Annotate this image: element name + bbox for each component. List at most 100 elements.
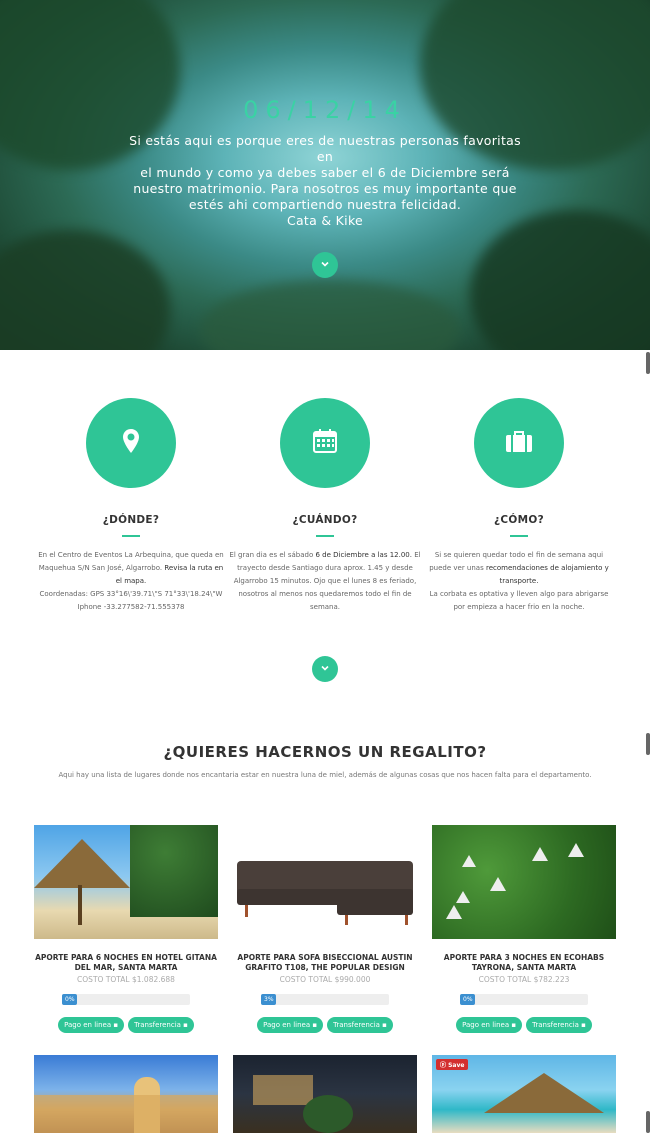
progress-bar: 3% — [261, 994, 389, 1005]
gift-cost: COSTO TOTAL $1.082.688 — [77, 975, 175, 984]
feature-text-part: Coordenadas: GPS 33°16\'39.71\"S 71°33\'… — [39, 590, 223, 611]
gift-icon: ▪ — [382, 1021, 387, 1029]
feature-text: Si se quieren quedar todo el fin de sema… — [419, 549, 619, 614]
chevron-down-icon — [320, 259, 330, 272]
colonial-city-image[interactable] — [34, 1055, 218, 1133]
hero-message-line: nuestro matrimonio. Para nosotros es muy… — [133, 181, 517, 196]
transfer-button[interactable]: Transferencia ▪ — [128, 1017, 194, 1033]
gift-icon: ▪ — [113, 1021, 119, 1029]
calendar-icon — [310, 426, 340, 460]
hut-roof — [456, 891, 470, 903]
pin-icon: ⓟ — [440, 1062, 447, 1069]
progress-fill: 3% — [261, 994, 277, 1005]
button-label: Pago en linea — [263, 1021, 311, 1029]
button-label: Pago en linea — [462, 1021, 510, 1029]
gift-name: APORTE PARA 3 NOCHES EN ECOHABS TAYRONA,… — [443, 953, 605, 972]
suitcase-icon — [503, 426, 535, 460]
feature-text: El gran dia es el sábado 6 de Diciembre … — [225, 549, 425, 614]
info-section: ¿DÓNDE? En el Centro de Eventos La Arbeq… — [0, 350, 650, 700]
foliage-shape — [0, 230, 170, 350]
calendar-circle — [280, 398, 370, 488]
gifts-subtitle: Aqui hay una lista de lugares donde nos … — [58, 771, 592, 779]
hero-message-line: estés ahi compartiendo nuestra felicidad… — [188, 197, 462, 212]
transfer-button[interactable]: Transferencia ▪ — [526, 1017, 592, 1033]
hero-signature: Cata & Kike — [286, 213, 364, 228]
straw-umbrella — [484, 1073, 604, 1113]
feature-text-part: El trayecto desde Santiago dura aprox. 1… — [233, 551, 421, 611]
gift-name: APORTE PARA 6 NOCHES EN HOTEL GITANA DEL… — [35, 953, 217, 972]
wedding-date: 06/12/14 — [243, 96, 407, 124]
palm-tree — [303, 1095, 353, 1133]
gift-card: APORTE PARA SOFA BISECCIONAL AUSTIN GRAF… — [233, 825, 417, 1033]
sofa-leg — [345, 915, 348, 925]
gift-cost: COSTO TOTAL $782.223 — [478, 975, 570, 984]
feature-title: ¿CUÁNDO? — [292, 514, 358, 526]
location-pin-icon — [116, 426, 146, 460]
gift-icon: ▪ — [183, 1021, 188, 1029]
feature-how: ¿CÓMO? Si se quieren quedar todo el fin … — [419, 398, 619, 614]
pinterest-save-button[interactable]: ⓟ Save — [436, 1059, 469, 1070]
save-label: Save — [448, 1062, 465, 1069]
gift-icon: ▪ — [312, 1021, 318, 1029]
progress-bar: 0% — [460, 994, 588, 1005]
foliage-shape — [470, 210, 650, 350]
feature-when: ¿CUÁNDO? El gran dia es el sábado 6 de D… — [225, 398, 425, 614]
gift-card: APORTE PARA 6 NOCHES EN HOTEL GITANA DEL… — [34, 825, 218, 1033]
gift-icon: ▪ — [581, 1021, 586, 1029]
feature-text-part: La corbata es optativa y lleven algo par… — [429, 590, 609, 611]
hut-roof — [446, 905, 462, 919]
city-buildings — [34, 1095, 218, 1133]
foliage-shape — [200, 280, 460, 350]
gift-name: APORTE PARA SOFA BISECCIONAL AUSTIN GRAF… — [237, 953, 413, 972]
button-label: Transferencia — [532, 1021, 579, 1029]
scroll-indicator[interactable] — [646, 1111, 650, 1133]
transfer-button[interactable]: Transferencia ▪ — [327, 1017, 393, 1033]
title-divider — [510, 535, 528, 537]
beach-hut-image[interactable] — [34, 825, 218, 939]
hut-roof — [462, 855, 476, 867]
hero-message-line: el mundo y como ya debes saber el 6 de D… — [140, 165, 510, 180]
feature-text: En el Centro de Eventos La Arbequina, qu… — [31, 549, 231, 614]
button-label: Pago en linea — [64, 1021, 112, 1029]
scroll-down-button[interactable] — [312, 252, 338, 278]
lodging-recommendations-link[interactable]: recomendaciones de alojamiento y transpo… — [486, 564, 609, 585]
button-label: Transferencia — [134, 1021, 181, 1029]
thatched-roof — [34, 839, 130, 888]
sofa-leg — [245, 905, 248, 917]
hero-message: Si estás aqui es porque eres de nuestras… — [120, 133, 530, 229]
gifts-title: ¿QUIERES HACERNOS UN REGALITO? — [163, 743, 487, 761]
beach-umbrella-image[interactable]: ⓟ Save — [432, 1055, 616, 1133]
hut-roof — [532, 847, 548, 861]
hero-message-line: Si estás aqui es porque eres de nuestras… — [129, 133, 521, 164]
gift-icon: ▪ — [511, 1021, 517, 1029]
gift-cost: COSTO TOTAL $990.000 — [279, 975, 371, 984]
hut-roof — [490, 877, 506, 891]
night-terrace-image[interactable] — [233, 1055, 417, 1133]
title-divider — [122, 535, 140, 537]
lit-building — [253, 1075, 313, 1105]
pay-online-button[interactable]: Pago en linea ▪ — [58, 1017, 125, 1033]
hero-section: 06/12/14 Si estás aqui es porque eres de… — [0, 0, 650, 350]
feature-title: ¿CÓMO? — [494, 514, 544, 526]
feature-where: ¿DÓNDE? En el Centro de Eventos La Arbeq… — [31, 398, 231, 614]
gift-card: APORTE PARA 3 NOCHES EN ECOHABS TAYRONA,… — [432, 825, 616, 1033]
sofa-image[interactable] — [233, 825, 417, 939]
pay-online-button[interactable]: Pago en linea ▪ — [456, 1017, 523, 1033]
scroll-down-button[interactable] — [312, 656, 338, 682]
feature-text-part: El gran dia es el sábado — [229, 551, 314, 559]
hut-post — [78, 885, 82, 925]
hut-roof — [568, 843, 584, 857]
date-highlight: 6 de Diciembre a las 12.00. — [315, 551, 412, 559]
feature-title: ¿DÓNDE? — [102, 514, 160, 526]
palm-trees — [130, 825, 218, 917]
location-circle — [86, 398, 176, 488]
suitcase-circle — [474, 398, 564, 488]
progress-bar: 0% — [62, 994, 190, 1005]
chevron-down-icon — [320, 663, 330, 676]
button-label: Transferencia — [333, 1021, 380, 1029]
sofa-chaise — [337, 889, 413, 915]
ecohabs-image[interactable] — [432, 825, 616, 939]
progress-fill: 0% — [62, 994, 78, 1005]
pay-online-button[interactable]: Pago en linea ▪ — [257, 1017, 324, 1033]
sofa-leg — [405, 915, 408, 925]
